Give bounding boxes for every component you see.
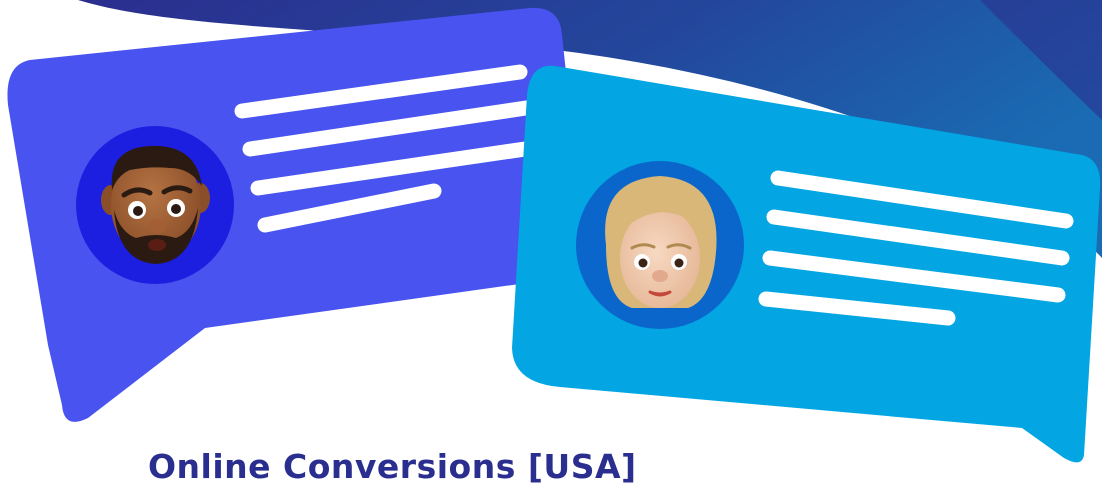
woman-emoji-icon [605,176,717,308]
page-headline: Online Conversions [USA] [148,447,637,486]
illustration [7,0,1102,463]
